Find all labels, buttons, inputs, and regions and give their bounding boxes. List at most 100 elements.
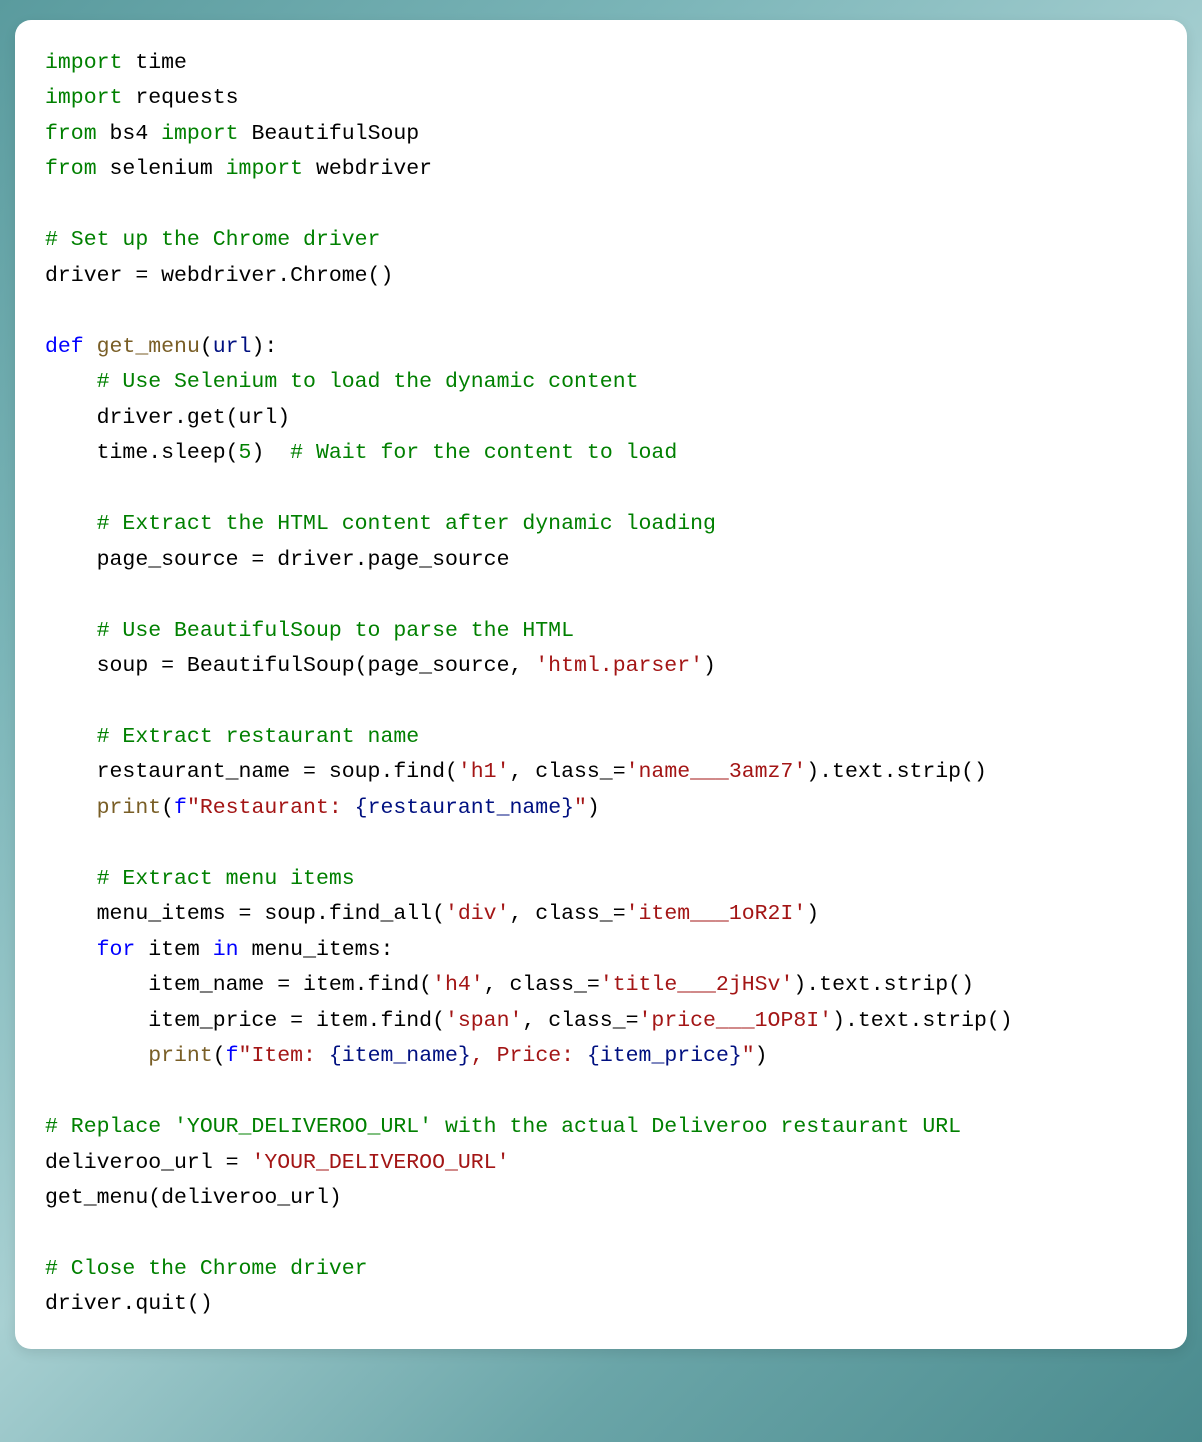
code-token: import [45,51,122,75]
code-token: import [161,122,238,146]
code-token: # Replace 'YOUR_DELIVEROO_URL' with the … [45,1115,961,1139]
code-token: 5 [239,441,252,465]
code-token: ( [213,1044,226,1068]
code-token: , Price: [471,1044,587,1068]
code-token: , class_= [522,1009,638,1033]
code-token: print [148,1044,213,1068]
code-token: ) [806,902,819,926]
code-token: 'name___3amz7' [626,760,807,784]
code-token: f [226,1044,239,1068]
code-token: 'YOUR_DELIVEROO_URL' [251,1151,509,1175]
code-token: ) [703,654,716,678]
code-line: from bs4 import BeautifulSoup [45,117,1157,152]
code-line: deliveroo_url = 'YOUR_DELIVEROO_URL' [45,1146,1157,1181]
code-line [45,826,1157,861]
code-line: # Use Selenium to load the dynamic conte… [45,365,1157,400]
code-token: 'span' [445,1009,522,1033]
code-token [45,512,97,536]
code-token: # Extract restaurant name [97,725,420,749]
code-line: menu_items = soup.find_all('div', class_… [45,897,1157,932]
code-line: def get_menu(url): [45,330,1157,365]
code-line: soup = BeautifulSoup(page_source, 'html.… [45,649,1157,684]
code-token: 'h4' [432,973,484,997]
code-line: get_menu(deliveroo_url) [45,1181,1157,1216]
code-token: from [45,157,97,181]
code-token: driver.get(url) [45,406,290,430]
code-token [45,619,97,643]
code-line: # Extract restaurant name [45,720,1157,755]
code-token: for [97,938,136,962]
code-line: print(f"Restaurant: {restaurant_name}") [45,791,1157,826]
code-token: time [122,51,187,75]
code-token: import [226,157,303,181]
code-token: {item_price} [587,1044,742,1068]
code-token [45,725,97,749]
code-token: 'div' [445,902,510,926]
code-line [45,1216,1157,1251]
code-line: driver.quit() [45,1287,1157,1322]
code-line: page_source = driver.page_source [45,543,1157,578]
code-token: 'title___2jHSv' [600,973,794,997]
code-token: restaurant_name = soup.find( [45,760,458,784]
code-line: for item in menu_items: [45,933,1157,968]
code-token: # Set up the Chrome driver [45,228,380,252]
code-token: ): [251,335,277,359]
code-token: def [45,335,84,359]
code-line [45,684,1157,719]
code-token: , class_= [509,760,625,784]
code-token: get_menu [97,335,200,359]
code-line: driver.get(url) [45,401,1157,436]
code-line: driver = webdriver.Chrome() [45,259,1157,294]
code-token: {item_name} [329,1044,471,1068]
code-token: # Wait for the content to load [290,441,677,465]
code-token: ) [587,796,600,820]
code-token: page_source = driver.page_source [45,548,509,572]
code-token: , class_= [484,973,600,997]
code-line: item_name = item.find('h4', class_='titl… [45,968,1157,1003]
code-content: import timeimport requestsfrom bs4 impor… [45,46,1157,1323]
code-token: ).text.strip() [806,760,987,784]
code-line: import time [45,46,1157,81]
code-token: " [742,1044,755,1068]
code-line: # Extract menu items [45,862,1157,897]
code-token: from [45,122,97,146]
code-line: # Replace 'YOUR_DELIVEROO_URL' with the … [45,1110,1157,1145]
code-token: ).text.strip() [832,1009,1013,1033]
code-token: item_name = item.find( [45,973,432,997]
code-token: soup = BeautifulSoup(page_source, [45,654,535,678]
code-token: requests [122,86,238,110]
code-token: ).text.strip() [793,973,974,997]
code-line [45,578,1157,613]
code-token: BeautifulSoup [239,122,420,146]
code-line: print(f"Item: {item_name}, Price: {item_… [45,1039,1157,1074]
code-token [84,335,97,359]
code-token: 'price___1OP8I' [639,1009,833,1033]
code-token: 'html.parser' [535,654,703,678]
code-line: from selenium import webdriver [45,152,1157,187]
code-token: webdriver [303,157,432,181]
code-token: print [97,796,162,820]
code-token [45,938,97,962]
code-token: # Use BeautifulSoup to parse the HTML [97,619,574,643]
code-token [45,1044,148,1068]
code-token: # Extract menu items [97,867,355,891]
code-token: # Use Selenium to load the dynamic conte… [97,370,639,394]
code-line: import requests [45,81,1157,116]
code-token: menu_items = soup.find_all( [45,902,445,926]
code-token [45,796,97,820]
code-token: ) [755,1044,768,1068]
code-token: time.sleep( [45,441,239,465]
code-line [45,1075,1157,1110]
code-token: ( [161,796,174,820]
code-token: # Extract the HTML content after dynamic… [97,512,716,536]
code-token: driver = webdriver.Chrome() [45,264,393,288]
code-line: item_price = item.find('span', class_='p… [45,1004,1157,1039]
code-token [45,867,97,891]
code-token: menu_items: [239,938,394,962]
code-line: # Extract the HTML content after dynamic… [45,507,1157,542]
code-line: # Set up the Chrome driver [45,223,1157,258]
code-token: 'h1' [458,760,510,784]
code-token: driver.quit() [45,1292,213,1316]
code-token: ) [251,441,290,465]
code-token: f [174,796,187,820]
